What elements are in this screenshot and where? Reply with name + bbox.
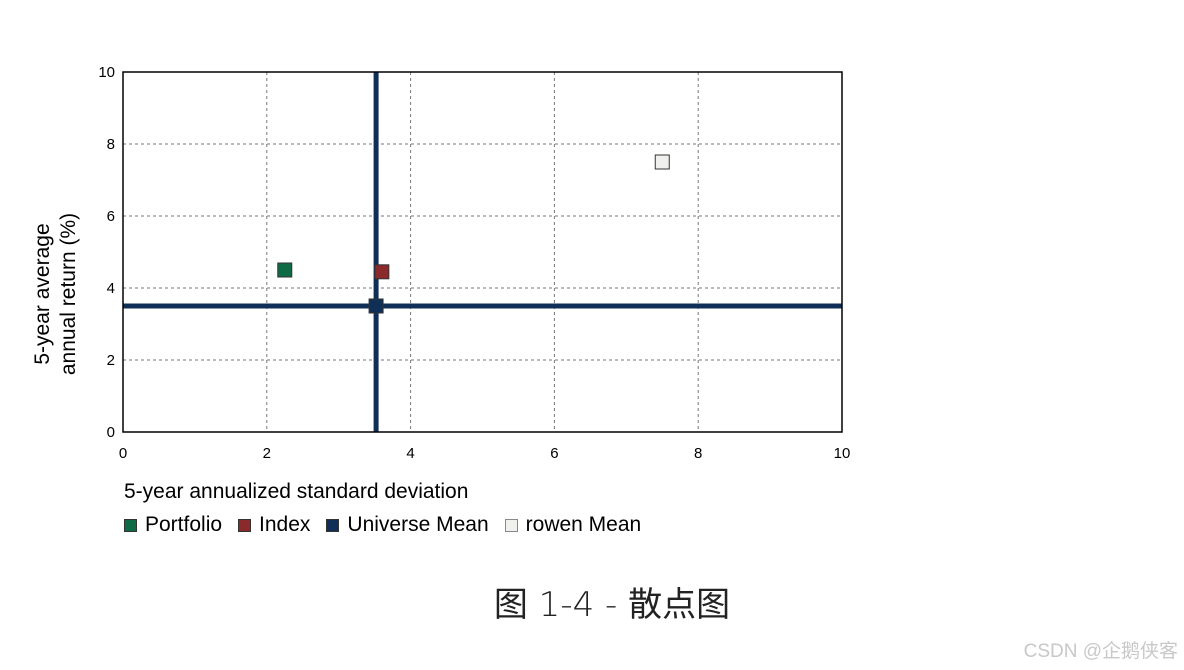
- legend: Portfolio Index Universe Mean rowen Mean: [124, 513, 657, 537]
- legend-item-index: Index: [238, 513, 310, 537]
- y-tick-label: 6: [107, 208, 115, 225]
- point-universe-mean: [368, 298, 384, 314]
- grid-lines: [123, 72, 842, 432]
- legend-label: Portfolio: [145, 513, 223, 536]
- legend-label: rowen Mean: [525, 513, 642, 536]
- data-points: [277, 154, 670, 314]
- y-axis-title-line-1: 5-year average: [31, 223, 54, 364]
- x-tick-label: 0: [119, 445, 127, 462]
- x-tick-label: 8: [694, 445, 702, 462]
- y-tick-label: 4: [107, 280, 115, 297]
- x-tick-label: 10: [834, 445, 851, 462]
- watermark: CSDN @企鹅侠客: [1023, 641, 1178, 662]
- legend-item-portfolio: Portfolio: [124, 513, 222, 537]
- legend-swatch: [238, 518, 252, 532]
- point-index: [374, 264, 390, 280]
- point-rowen-mean: [654, 154, 670, 170]
- legend-swatch: [504, 518, 518, 532]
- legend-label: Index: [259, 513, 311, 536]
- scatter-chart: 0 2 4 6 8 10 0 2 4 6 8 10 5-year average annual re…: [31, 64, 851, 503]
- y-tick-label: 2: [107, 352, 115, 369]
- x-axis-title: 5-year annualized standard deviation: [124, 480, 468, 503]
- x-tick-label: 2: [263, 445, 271, 462]
- legend-label: Universe Mean: [347, 513, 489, 536]
- plot-frame: [122, 71, 843, 433]
- x-tick-label: 6: [550, 445, 558, 462]
- point-portfolio: [277, 262, 293, 278]
- y-axis-title-line-2: annual return (%): [57, 213, 80, 375]
- y-tick-label: 0: [107, 424, 115, 441]
- y-tick-label: 10: [98, 64, 115, 81]
- y-tick-labels: 0 2 4 6 8 10: [98, 64, 115, 441]
- figure-caption: 图 1-4 - 散点图: [493, 585, 731, 625]
- legend-item-universe-mean: Universe Mean: [326, 513, 489, 537]
- legend-swatch: [326, 518, 340, 532]
- x-tick-labels: 0 2 4 6 8 10: [119, 445, 851, 462]
- legend-swatch: [124, 518, 137, 532]
- legend-item-rowen-mean: rowen Mean: [504, 513, 642, 537]
- crosshair-lines: [123, 72, 842, 432]
- x-tick-label: 4: [406, 445, 414, 462]
- y-tick-label: 8: [107, 136, 115, 153]
